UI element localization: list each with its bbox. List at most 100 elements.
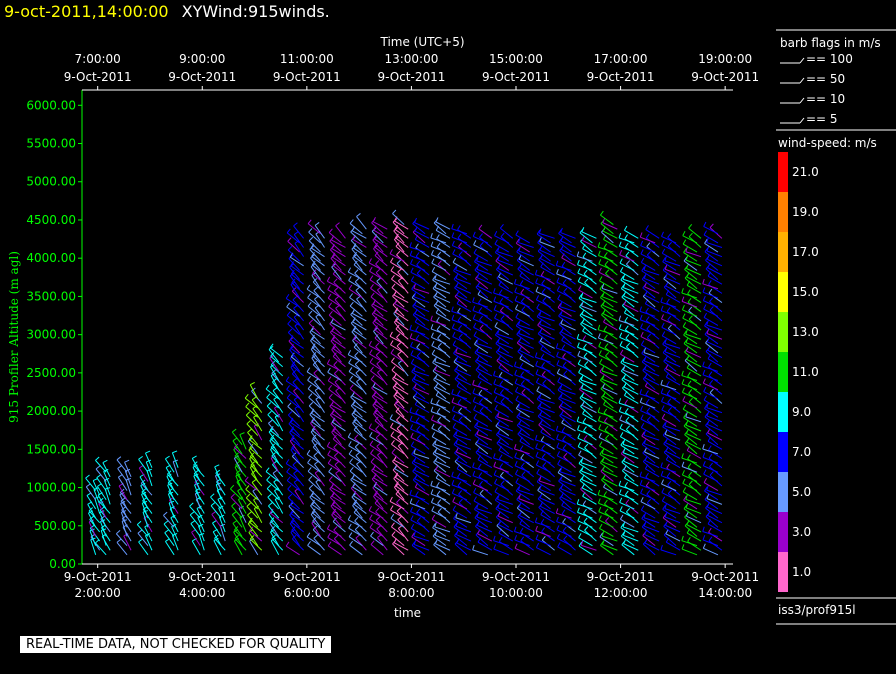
barb-flag — [557, 377, 561, 382]
barb-shaft — [516, 251, 530, 262]
barb-shaft — [335, 225, 346, 239]
barb-flag — [625, 499, 630, 504]
barb-shaft — [370, 370, 384, 381]
barb-shaft — [537, 498, 551, 510]
barb-flag — [452, 422, 457, 428]
barb-shaft — [604, 421, 618, 432]
barb-flag — [478, 307, 483, 312]
barb-flag — [430, 249, 434, 255]
barb-shaft — [353, 512, 367, 524]
barb-flag — [436, 408, 441, 413]
barb-flag — [369, 523, 374, 528]
barb-flag — [210, 493, 215, 498]
barb-flag — [519, 527, 524, 533]
barb-flag — [472, 314, 476, 320]
barb-shaft — [602, 544, 618, 551]
barb-flag — [646, 407, 651, 413]
wind-barbs — [85, 209, 723, 556]
barb-flag — [333, 287, 339, 292]
barb-flag — [541, 279, 546, 285]
barb-flag — [534, 434, 538, 440]
barb-shaft — [286, 397, 300, 409]
barb-flag — [478, 381, 482, 386]
barb-flag — [681, 387, 685, 393]
barb-flag — [349, 466, 354, 472]
barb-flag — [660, 462, 663, 468]
barb-legend-item: == 5 — [780, 112, 838, 126]
wind-profiler-chart: 0.00 500.00 1000.00 1500.00 2000.00 2500.00 30… — [7, 29, 896, 625]
y-tick-label: 500.00 — [34, 519, 76, 533]
barb-flag — [458, 333, 463, 339]
barb-flag — [639, 389, 642, 395]
barb-shaft — [413, 544, 430, 551]
barb-flag — [661, 248, 666, 254]
barb-shaft — [286, 306, 300, 317]
barb-shaft — [683, 417, 698, 427]
barb-flag — [500, 315, 505, 320]
barb-flag — [239, 432, 245, 436]
barb-shaft — [166, 476, 175, 491]
barb-shaft — [474, 352, 489, 363]
barb-flag — [231, 511, 237, 516]
barb-shaft — [558, 480, 572, 492]
speed-color-swatch — [778, 152, 788, 192]
barb-shaft — [600, 214, 614, 225]
barb-shaft — [557, 472, 572, 482]
barb-flag — [165, 455, 170, 460]
barb-flag — [409, 333, 413, 339]
barb-flag — [347, 432, 352, 438]
y-tick-label: 4500.00 — [26, 213, 76, 227]
barb-flag — [416, 425, 421, 431]
barb-shaft — [411, 453, 426, 464]
barb-flag — [618, 489, 622, 495]
barb-flag — [557, 459, 561, 465]
barb-profile — [189, 455, 205, 556]
barb-shaft — [681, 548, 698, 556]
barb-shaft — [353, 346, 367, 358]
barb-flag — [95, 465, 101, 470]
barb-flag — [667, 407, 672, 412]
barb-flag — [458, 324, 463, 330]
barb-shaft — [579, 389, 593, 400]
barb-flag — [430, 398, 433, 404]
barb-shaft — [687, 467, 702, 478]
barb-flag — [436, 490, 441, 496]
barb-flag — [328, 476, 333, 481]
barb-flag — [136, 520, 142, 525]
barb-shaft — [328, 232, 342, 244]
barb-flag — [452, 331, 456, 337]
barb-shaft — [432, 279, 447, 290]
barb-flag — [661, 496, 666, 502]
barb-flag — [556, 442, 560, 448]
barb-flag — [478, 472, 483, 477]
barb-flag — [472, 297, 475, 303]
barb-shaft — [599, 453, 614, 464]
barb-flag — [625, 251, 630, 257]
barb-shaft — [374, 502, 388, 514]
barb-flag — [164, 529, 170, 534]
barb-shaft — [145, 535, 153, 551]
barb-shaft — [286, 480, 300, 491]
barb-profile — [163, 450, 179, 556]
barb-flag — [328, 302, 333, 307]
speed-bin-label: 1.0 — [792, 565, 811, 579]
barb-flag — [390, 422, 394, 428]
barb-shaft — [536, 547, 551, 556]
barb-flag — [562, 353, 566, 358]
barb-flag — [286, 476, 291, 481]
y-tick-label: 2000.00 — [26, 404, 76, 418]
barb-flag — [619, 267, 624, 272]
barb-flag — [660, 305, 664, 311]
barb-flag — [709, 388, 714, 394]
barb-shaft — [579, 232, 593, 244]
barb-shaft — [684, 351, 698, 363]
barb-shaft — [645, 237, 660, 248]
barb-flag — [599, 358, 603, 364]
barb-shaft — [537, 407, 551, 418]
barb-flag — [390, 266, 395, 271]
barb-shaft — [496, 269, 510, 280]
barb-flag — [247, 428, 252, 433]
barb-flag — [598, 432, 602, 438]
barb-flag — [415, 243, 419, 249]
barb-flag — [416, 517, 421, 522]
